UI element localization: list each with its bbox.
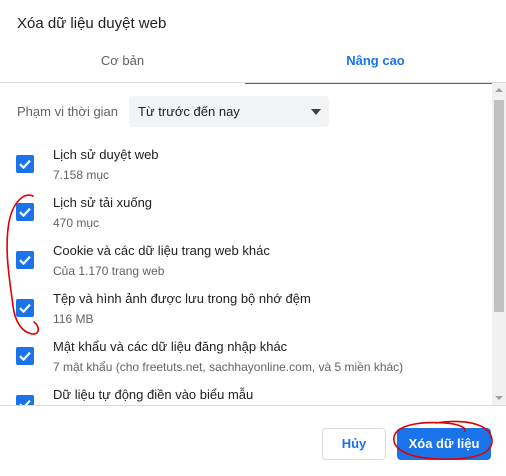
option-desc: 116 MB xyxy=(53,312,94,326)
checkmark-icon xyxy=(19,303,31,314)
checkbox-cookies[interactable] xyxy=(16,251,34,269)
scroll-down-button[interactable] xyxy=(492,391,506,405)
dropdown-arrow-icon xyxy=(311,109,321,115)
footer-divider xyxy=(0,405,506,406)
scrollbar[interactable] xyxy=(492,83,506,405)
time-range-label: Phạm vi thời gian xyxy=(17,104,119,119)
option-label: Tệp và hình ảnh được lưu trong bộ nhớ đệ… xyxy=(53,291,311,306)
arrow-up-icon xyxy=(495,88,503,92)
option-label: Dữ liệu tự động điền vào biểu mẫu xyxy=(53,387,254,402)
checkbox-browsing-history[interactable] xyxy=(16,155,34,173)
option-cached-files: Tệp và hình ảnh được lưu trong bộ nhớ đệ… xyxy=(0,291,492,335)
checkbox-passwords[interactable] xyxy=(16,347,34,365)
option-download-history: Lịch sử tải xuống 470 mục xyxy=(0,195,492,239)
option-desc: 470 mục xyxy=(53,216,100,230)
option-label: Lịch sử duyệt web xyxy=(53,147,159,162)
tab-basic[interactable]: Cơ bản xyxy=(0,42,245,82)
advanced-options-panel: Phạm vi thời gian Từ trước đến nay Lịch … xyxy=(0,83,492,405)
tab-advanced[interactable]: Nâng cao xyxy=(245,42,506,82)
option-desc: 7 mật khẩu (cho freetuts.net, sachhayonl… xyxy=(53,360,404,374)
checkbox-download-history[interactable] xyxy=(16,203,34,221)
option-label: Lịch sử tải xuống xyxy=(53,195,153,210)
option-cookies: Cookie và các dữ liệu trang web khác Của… xyxy=(0,243,492,287)
arrow-down-icon xyxy=(495,396,503,400)
checkbox-autofill[interactable] xyxy=(16,395,34,405)
scrollbar-thumb[interactable] xyxy=(494,100,504,312)
option-label: Cookie và các dữ liệu trang web khác xyxy=(53,243,270,258)
option-passwords: Mật khẩu và các dữ liệu đăng nhập khác 7… xyxy=(0,339,492,383)
option-label: Mật khẩu và các dữ liệu đăng nhập khác xyxy=(53,339,288,354)
cancel-button[interactable]: Hủy xyxy=(322,428,386,460)
checkmark-icon xyxy=(19,255,31,266)
tab-bar: Cơ bản Nâng cao xyxy=(0,42,506,84)
option-autofill: Dữ liệu tự động điền vào biểu mẫu xyxy=(0,387,492,405)
option-desc: Của 1.170 trang web xyxy=(53,264,165,278)
checkmark-icon xyxy=(19,351,31,362)
time-range-select[interactable]: Từ trước đến nay xyxy=(129,96,329,127)
checkbox-cached-files[interactable] xyxy=(16,299,34,317)
checkmark-icon xyxy=(19,399,31,405)
time-range-value: Từ trước đến nay xyxy=(138,104,240,119)
dialog-title: Xóa dữ liệu duyệt web xyxy=(17,15,167,32)
checkmark-icon xyxy=(19,207,31,218)
option-browsing-history: Lịch sử duyệt web 7.158 mục xyxy=(0,147,492,191)
scroll-up-button[interactable] xyxy=(492,83,506,97)
checkmark-icon xyxy=(19,159,31,170)
clear-data-button[interactable]: Xóa dữ liệu xyxy=(397,428,491,460)
option-desc: 7.158 mục xyxy=(53,168,110,182)
